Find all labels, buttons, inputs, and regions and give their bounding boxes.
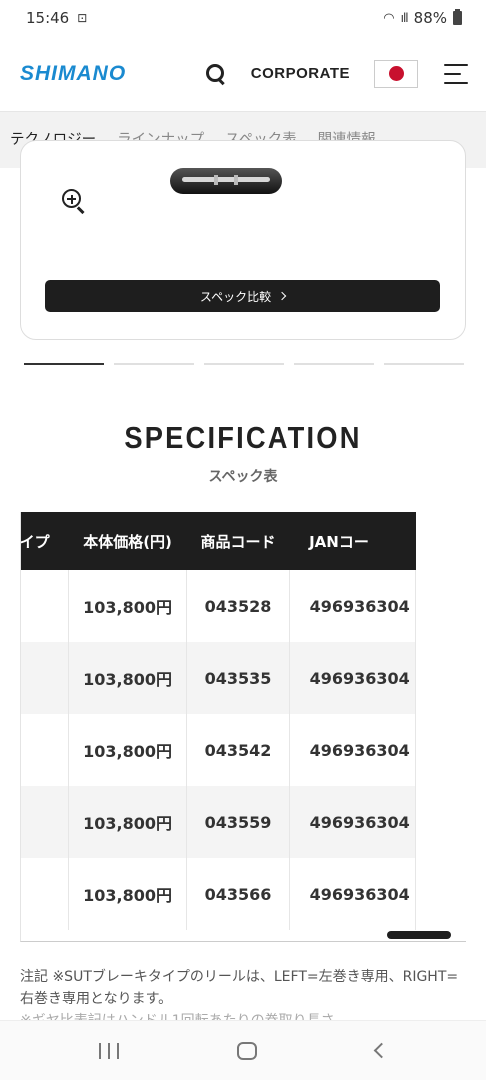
spec-table: ブタイプ 本体価格(円) 商品コード JANコー 103,800円 043528…	[21, 512, 417, 930]
recent-apps-icon[interactable]	[99, 1042, 120, 1059]
table-row: 103,800円 043542 496936304	[21, 714, 417, 786]
carousel-dot-active[interactable]	[24, 363, 104, 365]
cell-code: 043566	[186, 858, 290, 930]
carousel-dot[interactable]	[384, 363, 464, 365]
spec-title: SPECIFICATION	[124, 420, 362, 455]
spec-compare-label: スペック比較	[199, 289, 272, 304]
language-flag-button[interactable]	[374, 59, 418, 88]
table-row: 103,800円 043559 496936304	[21, 786, 417, 858]
column-header-jan: JANコー	[289, 512, 416, 570]
japan-flag-icon	[388, 66, 404, 81]
page: 15:46 ⊡ ◠ ıll 88% SHIMANO CORPORATE テクノロ…	[0, 0, 486, 1080]
signal-icon: ıll	[400, 11, 409, 25]
corporate-link[interactable]: CORPORATE	[251, 65, 350, 82]
cell-type	[21, 642, 69, 714]
site-header: SHIMANO CORPORATE	[0, 36, 486, 112]
battery-text: 88%	[413, 9, 447, 27]
cell-price: 103,800円	[68, 570, 188, 642]
column-header-price: 本体価格(円)	[68, 512, 187, 570]
cell-type	[21, 858, 69, 930]
battery-icon	[453, 9, 462, 25]
status-time: 15:46	[26, 9, 70, 27]
status-bar: 15:46 ⊡ ◠ ıll 88%	[0, 0, 486, 36]
cell-jan: 496936304	[289, 642, 417, 714]
note-text: 注記 ※SUTブレーキタイプのリールは、LEFT=左巻き専用、RIGHT=右巻き…	[20, 969, 459, 1007]
cell-code: 043528	[186, 570, 290, 642]
cell-price: 103,800円	[68, 642, 188, 714]
table-row: 103,800円 043535 496936304	[21, 642, 417, 714]
column-header-type: ブタイプ	[21, 512, 69, 570]
carousel-dot[interactable]	[294, 363, 374, 365]
cell-type	[21, 714, 69, 786]
cell-code: 043559	[186, 786, 290, 858]
scrollbar-thumb[interactable]	[387, 931, 451, 939]
table-horizontal-scrollbar[interactable]	[20, 930, 466, 940]
table-row: 103,800円 043528 496936304	[21, 570, 417, 642]
carousel-dot[interactable]	[204, 363, 284, 365]
spec-subtitle: スペック表	[208, 469, 278, 485]
cell-jan: 496936304	[289, 570, 417, 642]
hamburger-menu-icon[interactable]	[444, 63, 468, 84]
zoom-in-icon[interactable]	[62, 189, 86, 213]
shimano-logo[interactable]: SHIMANO	[20, 62, 126, 86]
wifi-icon: ◠	[383, 10, 395, 26]
cell-price: 103,800円	[68, 786, 188, 858]
carousel-dot[interactable]	[114, 363, 194, 365]
system-nav-bar	[0, 1020, 486, 1080]
search-icon[interactable]	[205, 63, 227, 85]
cell-code: 043535	[186, 642, 290, 714]
home-icon[interactable]	[237, 1041, 258, 1060]
reel-image[interactable]	[170, 168, 282, 194]
spec-table-container[interactable]: ブタイプ 本体価格(円) 商品コード JANコー 103,800円 043528…	[20, 512, 466, 942]
table-row: 103,800円 043566 496936304	[21, 858, 417, 930]
cell-type	[21, 786, 69, 858]
cell-type	[21, 570, 69, 642]
cell-jan: 496936304	[289, 714, 417, 786]
cell-code: 043542	[186, 714, 290, 786]
back-icon[interactable]	[373, 1042, 390, 1059]
spec-compare-button[interactable]: スペック比較	[45, 280, 440, 312]
cell-jan: 496936304	[289, 786, 417, 858]
table-header-row: ブタイプ 本体価格(円) 商品コード JANコー	[21, 512, 416, 570]
cell-price: 103,800円	[68, 714, 188, 786]
cell-price: 103,800円	[68, 858, 188, 930]
screen-record-icon: ⊡	[77, 11, 88, 25]
chevron-right-icon	[277, 291, 287, 301]
cell-jan: 496936304	[289, 858, 417, 930]
carousel-indicators	[24, 363, 464, 365]
column-header-code: 商品コード	[186, 512, 290, 570]
